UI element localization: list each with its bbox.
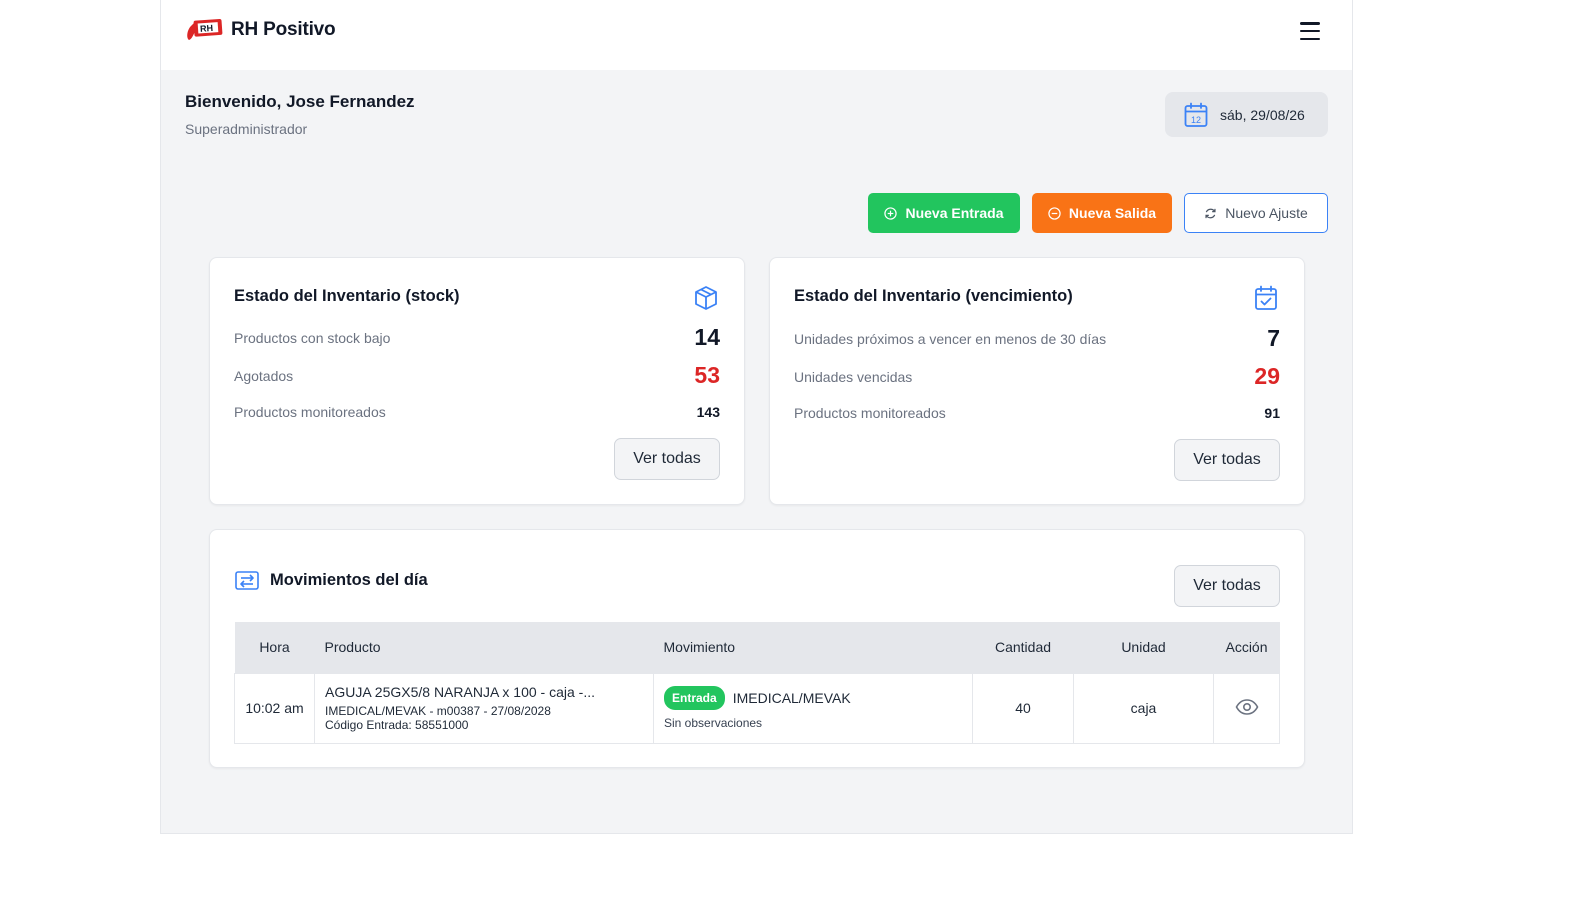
row-value: 29 [1254,363,1280,389]
topbar: RH RH Positivo [161,0,1352,70]
logo[interactable]: RH RH Positivo [185,16,336,44]
table-header-row: Hora Producto Movimiento Cantidad Unidad… [234,622,1280,673]
svg-text:12: 12 [1191,115,1201,125]
date-display: 12 sáb, 29/08/26 [1165,92,1328,137]
box-icon [695,286,717,310]
movement-observations: Sin observaciones [664,716,763,730]
expiry-row-soon: Unidades próximos a vencer en menos de 3… [794,325,1280,352]
col-producto: Producto [324,639,381,656]
row-label: Unidades próximos a vencer en menos de 3… [794,330,1107,347]
user-role: Superadministrador [185,121,308,137]
movements-header: Movimientos del día [234,567,428,593]
row-label: Productos monitoreados [794,405,946,421]
row-value: 53 [694,362,720,388]
row-value: 14 [694,324,720,350]
product-detail: IMEDICAL/MEVAK - m00387 - 27/08/2028 [325,704,551,718]
row-value: 143 [696,404,720,420]
action-buttons: Nueva Entrada Nueva Salida Nuevo Ajuste [868,193,1328,233]
arrows-exchange-icon [235,571,259,590]
date-text: sáb, 29/08/26 [1220,106,1305,123]
app-frame: RH RH Positivo Bienvenido, Jose Fernande… [160,0,1353,834]
stock-card-title: Estado del Inventario (stock) [234,287,460,305]
stock-row-out: Agotados 53 [234,362,720,389]
expiry-ver-todas-button[interactable]: Ver todas [1174,439,1280,481]
movements-card: Movimientos del día Ver todas Hora Produ… [209,529,1305,768]
plus-circle-icon [884,206,898,220]
col-accion: Acción [1225,639,1268,656]
nueva-entrada-label: Nueva Entrada [905,205,1004,221]
row-value: 91 [1264,405,1280,421]
product-code: Código Entrada: 58551000 [325,718,469,732]
eye-icon[interactable] [1235,698,1259,715]
refresh-icon [1205,208,1216,218]
table-row: 10:02 am AGUJA 25GX5/8 NARANJA x 100 - c… [234,672,1280,744]
cell-unidad: caja [1073,672,1214,744]
product-name: AGUJA 25GX5/8 NARANJA x 100 - caja -... [325,684,595,700]
col-unidad: Unidad [1121,639,1166,656]
movements-title: Movimientos del día [270,570,428,589]
col-movimiento: Movimiento [663,639,736,656]
row-label: Productos con stock bajo [234,329,391,346]
row-label: Unidades vencidas [794,368,913,385]
stock-row-monitored: Productos monitoreados 143 [234,404,720,420]
nuevo-ajuste-label: Nuevo Ajuste [1225,205,1308,221]
nueva-entrada-button[interactable]: Nueva Entrada [868,193,1020,233]
svg-text:RH: RH [200,23,214,34]
cell-accion [1213,672,1280,744]
stock-row-low: Productos con stock bajo 14 [234,324,720,351]
app-name: RH Positivo [231,19,336,40]
calendar-check-icon [1255,285,1277,310]
movements-table: Hora Producto Movimiento Cantidad Unidad… [234,622,1280,744]
welcome-block: Bienvenido, Jose Fernandez Superadminist… [185,92,415,137]
welcome-title: Bienvenido, Jose Fernandez [185,92,415,111]
col-hora: Hora [259,639,290,656]
cell-cantidad: 40 [972,672,1074,744]
cell-producto: AGUJA 25GX5/8 NARANJA x 100 - caja -... … [314,672,654,744]
nuevo-ajuste-button[interactable]: Nuevo Ajuste [1184,193,1328,233]
expiry-row-expired: Unidades vencidas 29 [794,363,1280,390]
expiry-row-monitored: Productos monitoreados 91 [794,405,1280,421]
movements-ver-todas-button[interactable]: Ver todas [1174,565,1280,607]
row-label: Agotados [234,367,294,384]
hamburger-icon[interactable] [1300,22,1320,40]
movement-type-badge: Entrada [664,686,725,710]
nueva-salida-label: Nueva Salida [1068,205,1157,221]
expiry-card-title: Estado del Inventario (vencimiento) [794,287,1073,305]
row-value: 7 [1267,325,1280,351]
movement-supplier: IMEDICAL/MEVAK [732,690,851,706]
nueva-salida-button[interactable]: Nueva Salida [1032,193,1172,233]
stock-ver-todas-button[interactable]: Ver todas [614,438,720,480]
calendar-icon: 12 [1184,102,1208,127]
cell-movimiento: Entrada IMEDICAL/MEVAK Sin observaciones [653,672,973,744]
row-label: Productos monitoreados [234,404,386,420]
cell-hora: 10:02 am [234,672,315,744]
minus-circle-icon [1048,206,1061,220]
expiry-card: Estado del Inventario (vencimiento) Unid… [769,257,1305,505]
col-cantidad: Cantidad [994,639,1052,656]
logo-icon: RH [187,18,223,40]
stock-card: Estado del Inventario (stock) Productos … [209,257,745,505]
